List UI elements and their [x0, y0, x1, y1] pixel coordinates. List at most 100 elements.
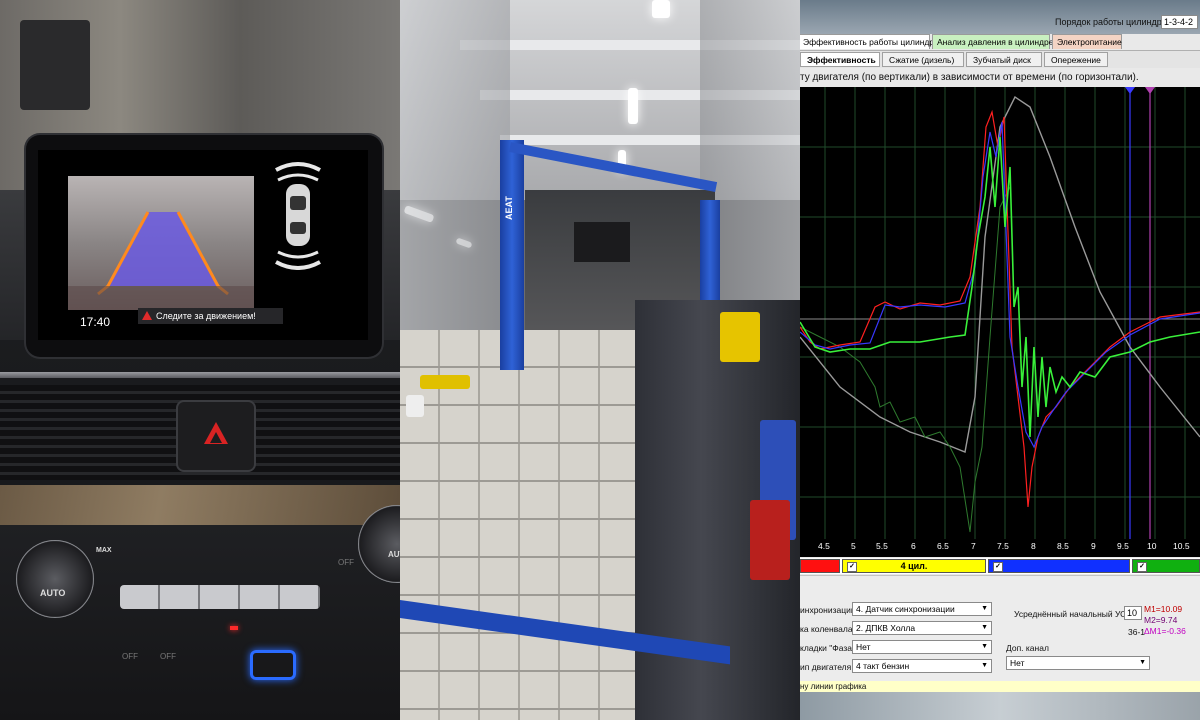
- chevron-down-icon: ▼: [1139, 659, 1146, 666]
- subtab-efficiency[interactable]: Эффективность: [800, 52, 880, 67]
- x-tick: 4.5: [818, 541, 830, 551]
- marker-m1-handle[interactable]: [1125, 87, 1135, 94]
- usb-port-glow: [250, 650, 296, 680]
- warning-banner: Следите за движением!: [138, 308, 283, 324]
- measurement-m1: M1=10.09: [1144, 604, 1183, 614]
- x-tick: 8.5: [1057, 541, 1069, 551]
- cylinder-3-checkbox[interactable]: ✓: [993, 562, 1003, 572]
- uoz-input[interactable]: 10: [1124, 606, 1142, 620]
- sub-tabs: Эффективность Сжатие (дизель) Зубчатый д…: [800, 51, 1200, 68]
- auto-label-right: AUT: [388, 550, 400, 559]
- clock-time: 17:40: [80, 315, 111, 329]
- x-tick: 7.5: [997, 541, 1009, 551]
- oscilloscope-app: Порядок работы цилиндров 1-3-4-2 Эффекти…: [800, 0, 1200, 720]
- cylinder-4-checkbox[interactable]: ✓: [847, 562, 857, 572]
- rear-camera-view: [68, 176, 254, 310]
- trace-red: [800, 109, 1200, 508]
- warning-text: Следите за движением!: [156, 311, 256, 321]
- settings-form: инхронизации 4. Датчик синхронизации ▼ ка…: [800, 575, 1200, 686]
- cylinder-4-label: 4 цил.: [900, 561, 928, 571]
- cylinder-2-checkbox[interactable]: ✓: [1137, 562, 1147, 572]
- teeth-label: 36-1: [1128, 627, 1146, 637]
- cylinder-order-label: Порядок работы цилиндров: [1055, 17, 1172, 27]
- chevron-down-icon: ▼: [981, 624, 988, 631]
- ceiling-lamp: [628, 88, 638, 124]
- main-tabs: Эффективность работы цилиндров Анализ да…: [800, 34, 1200, 51]
- x-tick: 5: [851, 541, 856, 551]
- temperature-knob-left[interactable]: [16, 540, 94, 618]
- x-tick: 6: [911, 541, 916, 551]
- red-equipment: [750, 500, 790, 580]
- garage-wall-panel: [20, 20, 90, 110]
- yellow-jack: [420, 375, 470, 389]
- max-label: MAX: [96, 547, 112, 554]
- off-label-1: OFF: [122, 652, 138, 661]
- waveform-svg: [800, 87, 1200, 539]
- warning-icon: [142, 311, 152, 320]
- chevron-down-icon: ▼: [981, 605, 988, 612]
- hazard-button[interactable]: [178, 402, 254, 470]
- cylinder-bar: ✓ 4 цил. ✓ ✓: [800, 558, 1200, 574]
- engine-type-label: ип двигателя: [800, 662, 852, 672]
- tab-efficiency[interactable]: Эффективность работы цилиндров: [800, 34, 943, 49]
- x-tick: 10: [1147, 541, 1157, 551]
- ceiling-lamp: [652, 0, 670, 18]
- x-tick: 9: [1091, 541, 1096, 551]
- lift-post-left: [500, 140, 524, 370]
- sync-label: инхронизации: [800, 605, 856, 615]
- lift-brand-label: AEAT: [504, 196, 514, 220]
- subtab-advance[interactable]: Опережение: [1044, 52, 1108, 67]
- waveform-plot[interactable]: [800, 87, 1200, 539]
- yellow-equipment: [720, 312, 760, 362]
- white-bucket: [406, 395, 424, 417]
- measurements: M1=10.09 M2=9.74 ΔM1=-0.36: [1144, 604, 1186, 637]
- plot-grid: [800, 87, 1200, 539]
- cylinder-3-segment[interactable]: ✓: [988, 559, 1130, 573]
- off-label-2: OFF: [160, 652, 176, 661]
- trace-blue: [800, 121, 1200, 449]
- cylinder-1-segment[interactable]: [800, 559, 840, 573]
- screen-bottom-edge: [800, 692, 1200, 720]
- chevron-down-icon: ▼: [981, 662, 988, 669]
- extra-channel-label: Доп. канал: [1006, 643, 1049, 653]
- x-tick: 5.5: [876, 541, 888, 551]
- x-tick: 10.5: [1173, 541, 1190, 551]
- wood-trim: [0, 485, 400, 525]
- tab-power[interactable]: Электропитание: [1052, 34, 1122, 49]
- uoz-label: Усреднённый начальный УОЗ: [1014, 609, 1132, 619]
- extra-channel-select[interactable]: Нет ▼: [1006, 656, 1150, 670]
- chevron-down-icon: ▼: [981, 643, 988, 650]
- car-dashboard-photo: 17:40 Следите за движением! AUTO MAX AUT…: [0, 0, 400, 720]
- cylinder-4-segment[interactable]: ✓ 4 цил.: [842, 559, 986, 573]
- climate-button-row[interactable]: [120, 585, 320, 609]
- sync-select[interactable]: 4. Датчик синхронизации ▼: [852, 602, 992, 616]
- indicator-lamp: [230, 626, 238, 630]
- back-wall-sign: [574, 222, 630, 262]
- status-hint: ну линии графика: [800, 681, 1200, 692]
- tab-pressure[interactable]: Анализ давления в цилиндре: [932, 34, 1053, 49]
- x-tick: 9.5: [1117, 541, 1129, 551]
- engine-type-select[interactable]: 4 такт бензин ▼: [852, 659, 992, 673]
- cylinder-2-segment[interactable]: ✓: [1132, 559, 1200, 573]
- phase-label: кладки "Фаза": [800, 643, 856, 653]
- car-top-view-icon: [275, 162, 321, 270]
- x-tick: 8: [1031, 541, 1036, 551]
- crank-label: ка коленвала: [800, 624, 853, 634]
- crank-select[interactable]: 2. ДПКВ Холла ▼: [852, 621, 992, 635]
- chrome-trim: [0, 372, 400, 378]
- workshop-photo: AEAT: [400, 0, 800, 720]
- measurement-m2: M2=9.74: [1144, 615, 1178, 625]
- infotainment-screen: 17:40 Следите за движением!: [38, 150, 368, 340]
- auto-label-left: AUTO: [40, 588, 66, 598]
- marker-m2-handle[interactable]: [1145, 87, 1155, 94]
- plot-description: ту двигателя (по вертикали) в зависимост…: [800, 72, 1139, 83]
- measurement-delta: ΔM1=-0.36: [1144, 626, 1186, 636]
- subtab-toothed-disk[interactable]: Зубчатый диск: [966, 52, 1042, 67]
- off-label-3: OFF: [338, 558, 354, 567]
- phase-select[interactable]: Нет ▼: [852, 640, 992, 654]
- x-tick: 7: [971, 541, 976, 551]
- x-axis: 4.5 5 5.5 6 6.5 7 7.5 8 8.5 9 9.5 10 10.…: [800, 539, 1200, 557]
- cylinder-order-input[interactable]: 1-3-4-2: [1161, 15, 1198, 29]
- subtab-compression[interactable]: Сжатие (дизель): [882, 52, 964, 67]
- parking-guide-lines: [68, 211, 254, 310]
